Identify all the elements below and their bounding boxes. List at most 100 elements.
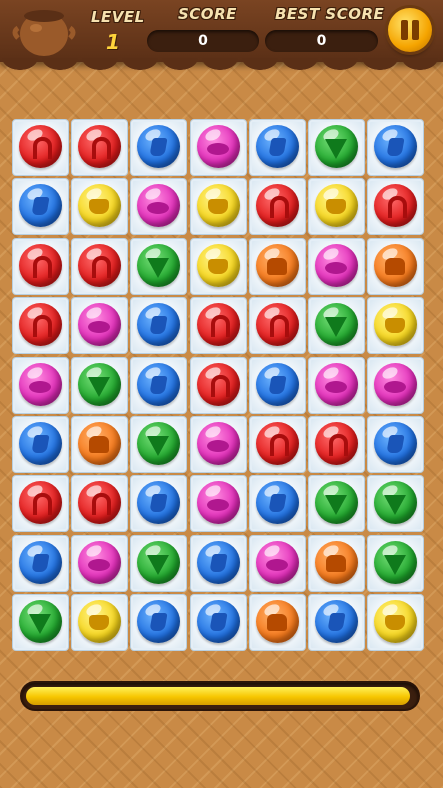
board-tile[interactable] [309, 357, 364, 413]
honey-pot-icon[interactable] [196, 243, 240, 287]
board-tile[interactable] [72, 417, 128, 472]
board-tile[interactable] [13, 595, 68, 651]
green-gem-icon[interactable] [137, 540, 181, 584]
green-gem-icon[interactable] [137, 243, 181, 287]
green-gem-icon[interactable] [78, 362, 122, 406]
candy-cane-icon[interactable] [78, 243, 122, 287]
board-tile[interactable] [72, 179, 128, 235]
board-tile[interactable] [249, 179, 305, 235]
pink-candy-icon[interactable] [78, 540, 122, 584]
blue-candy-icon[interactable] [196, 600, 240, 644]
board-tile[interactable] [13, 357, 68, 413]
board-tile[interactable] [249, 120, 305, 175]
board-tile[interactable] [249, 357, 305, 413]
board-tile[interactable] [72, 535, 128, 591]
board-tile[interactable] [368, 298, 424, 354]
candy-cane-icon[interactable] [196, 362, 240, 406]
board-tile[interactable] [190, 357, 246, 413]
pause-button[interactable] [388, 8, 432, 52]
blue-candy-icon[interactable] [137, 362, 181, 406]
blue-candy-icon[interactable] [19, 422, 62, 465]
orange-cupcake-icon[interactable] [255, 243, 299, 287]
green-gem-icon[interactable] [137, 422, 181, 465]
board-tile[interactable] [190, 179, 246, 235]
board-tile[interactable] [131, 120, 187, 175]
board-tile[interactable] [368, 179, 424, 235]
orange-cupcake-icon[interactable] [315, 540, 358, 584]
pink-candy-icon[interactable] [315, 243, 358, 287]
blue-candy-icon[interactable] [255, 125, 299, 168]
candy-cane-icon[interactable] [255, 422, 299, 465]
green-gem-icon[interactable] [19, 600, 62, 644]
board-tile[interactable] [13, 417, 68, 472]
board-tile[interactable] [131, 417, 187, 472]
candy-cane-icon[interactable] [255, 303, 299, 347]
green-gem-icon[interactable] [315, 125, 358, 168]
honey-pot-icon[interactable] [196, 184, 240, 228]
board-tile[interactable] [368, 417, 424, 472]
candy-cane-icon[interactable] [78, 481, 122, 525]
board-tile[interactable] [72, 120, 128, 175]
honey-pot-icon[interactable] [78, 600, 122, 644]
board-tile[interactable] [72, 595, 128, 651]
candy-cane-icon[interactable] [255, 184, 299, 228]
board-tile[interactable] [309, 535, 364, 591]
honey-pot-icon[interactable] [78, 184, 122, 228]
candy-cane-icon[interactable] [19, 243, 62, 287]
pink-candy-icon[interactable] [137, 184, 181, 228]
board-tile[interactable] [309, 238, 364, 294]
pink-candy-icon[interactable] [374, 362, 418, 406]
board-tile[interactable] [190, 120, 246, 175]
board-tile[interactable] [309, 417, 364, 472]
orange-cupcake-icon[interactable] [255, 600, 299, 644]
board-tile[interactable] [249, 298, 305, 354]
board-tile[interactable] [190, 595, 246, 651]
green-gem-icon[interactable] [315, 481, 358, 525]
green-gem-icon[interactable] [374, 540, 418, 584]
board-tile[interactable] [190, 238, 246, 294]
board-tile[interactable] [309, 298, 364, 354]
pink-candy-icon[interactable] [196, 481, 240, 525]
honey-pot-icon[interactable] [374, 600, 418, 644]
blue-candy-icon[interactable] [137, 125, 181, 168]
honey-pot-icon[interactable] [374, 303, 418, 347]
candy-cane-icon[interactable] [315, 422, 358, 465]
board-tile[interactable] [249, 476, 305, 532]
pink-candy-icon[interactable] [19, 362, 62, 406]
board-tile[interactable] [131, 238, 187, 294]
blue-candy-icon[interactable] [196, 540, 240, 584]
candy-cane-icon[interactable] [196, 303, 240, 347]
board-tile[interactable] [13, 179, 68, 235]
board-tile[interactable] [72, 476, 128, 532]
candy-cane-icon[interactable] [374, 184, 418, 228]
board-tile[interactable] [131, 476, 187, 532]
board-tile[interactable] [249, 535, 305, 591]
board-tile[interactable] [309, 595, 364, 651]
board-tile[interactable] [13, 535, 68, 591]
candy-cane-icon[interactable] [78, 125, 122, 168]
blue-candy-icon[interactable] [19, 540, 62, 584]
orange-cupcake-icon[interactable] [374, 243, 418, 287]
board-tile[interactable] [309, 476, 364, 532]
green-gem-icon[interactable] [315, 303, 358, 347]
candy-cane-icon[interactable] [19, 481, 62, 525]
pink-candy-icon[interactable] [255, 540, 299, 584]
board-tile[interactable] [131, 535, 187, 591]
candy-cane-icon[interactable] [19, 125, 62, 168]
board-tile[interactable] [190, 417, 246, 472]
blue-candy-icon[interactable] [255, 481, 299, 525]
orange-cupcake-icon[interactable] [78, 422, 122, 465]
board-tile[interactable] [249, 417, 305, 472]
pink-candy-icon[interactable] [196, 125, 240, 168]
board-tile[interactable] [131, 357, 187, 413]
board-tile[interactable] [131, 179, 187, 235]
blue-candy-icon[interactable] [374, 125, 418, 168]
pink-candy-icon[interactable] [315, 362, 358, 406]
board-tile[interactable] [309, 179, 364, 235]
board-tile[interactable] [131, 298, 187, 354]
board-tile[interactable] [131, 595, 187, 651]
board-tile[interactable] [368, 535, 424, 591]
board-tile[interactable] [368, 120, 424, 175]
board-tile[interactable] [190, 535, 246, 591]
pink-candy-icon[interactable] [78, 303, 122, 347]
